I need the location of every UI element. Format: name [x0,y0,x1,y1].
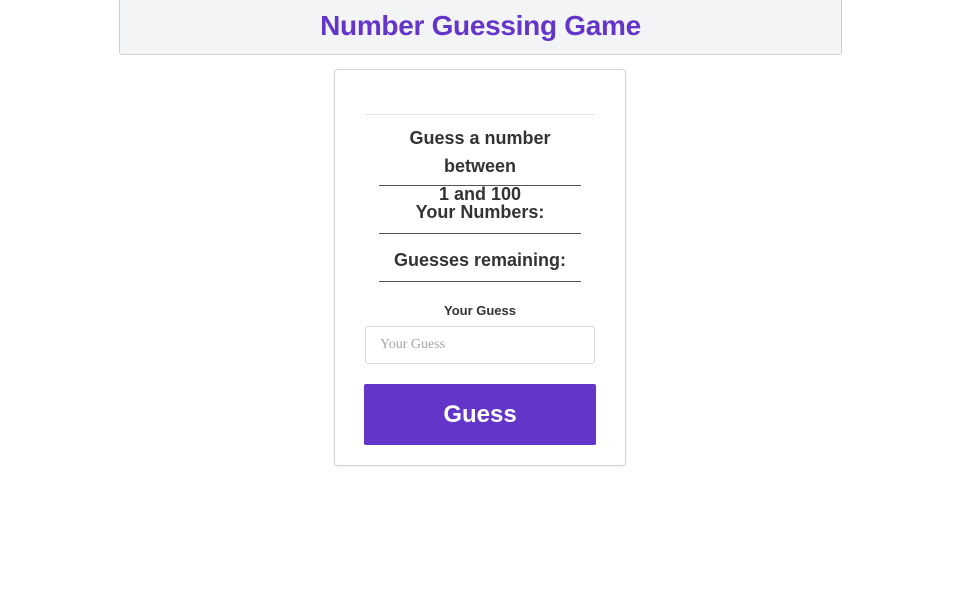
divider [365,114,595,115]
your-numbers-label: Your Numbers: [379,186,581,234]
page-header: Number Guessing Game [119,0,842,55]
guesses-remaining-label: Guesses remaining: [379,234,581,282]
game-card: Guess a number between 1 and 100 Your Nu… [334,69,626,466]
page-title: Number Guessing Game [320,10,641,41]
game-prompt: Guess a number between 1 and 100 [379,122,581,204]
guess-input[interactable] [365,326,595,364]
guess-field-label: Your Guess [443,303,516,318]
prompt-line-1: Guess a number between [409,128,551,176]
guess-button[interactable]: Guess [364,384,596,445]
